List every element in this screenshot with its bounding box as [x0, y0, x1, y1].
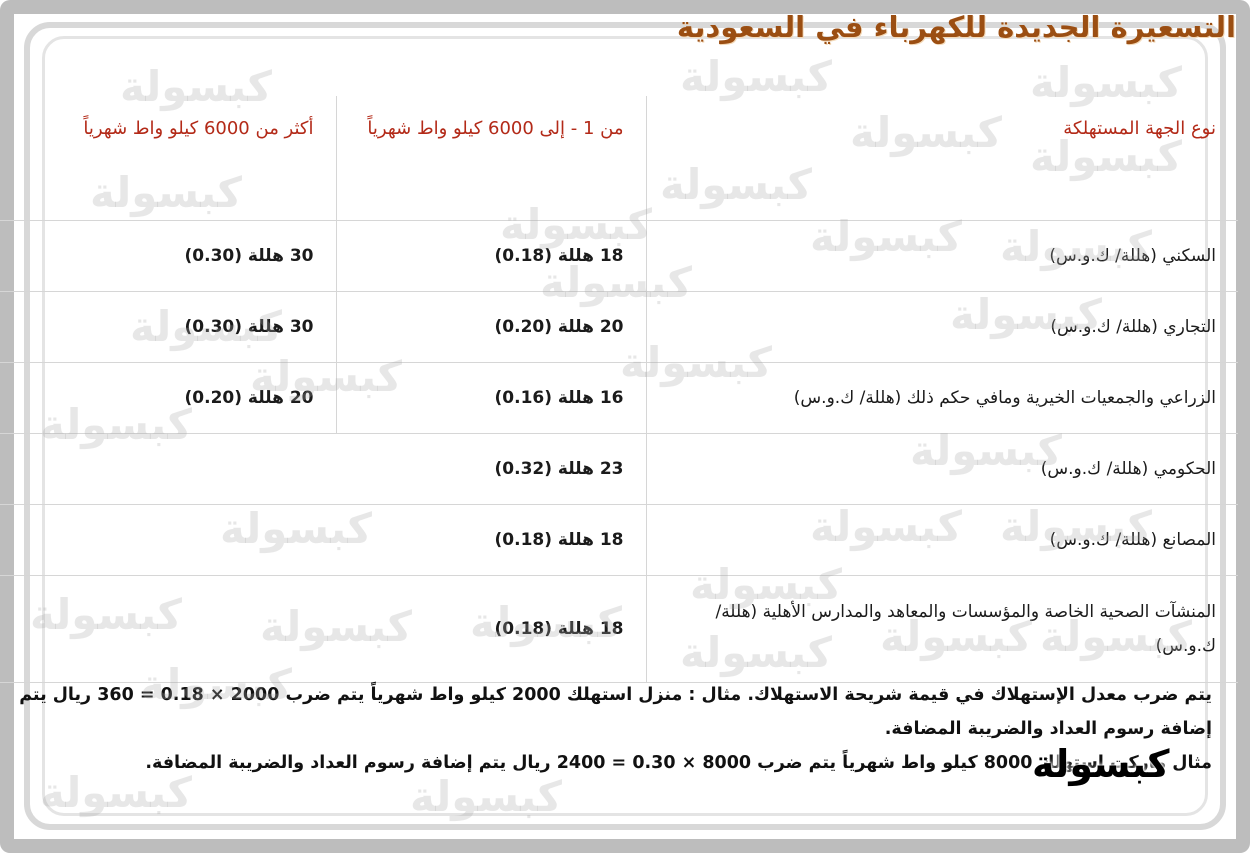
- row-type: المنشآت الصحية الخاصة والمؤسسات والمعاهد…: [645, 575, 1238, 683]
- table-row: السكني (هللة/ ك.و.س) 18 هللة (0.18) 30 ه…: [0, 220, 1238, 292]
- row-tier-2-rate: 20 هللة (0.20): [0, 362, 336, 434]
- row-tier-2-rate: 30 هللة (0.30): [0, 220, 336, 292]
- header-consumer-type: نوع الجهة المستهلكة: [645, 96, 1238, 221]
- table-row: المنشآت الصحية الخاصة والمؤسسات والمعاهد…: [0, 575, 1238, 683]
- brand-logo: كبسولة: [1032, 742, 1170, 786]
- table-row: الحكومي (هللة/ ك.و.س) 23 هللة (0.32): [0, 433, 1238, 505]
- table-row: الزراعي والجمعيات الخيرية ومافي حكم ذلك …: [0, 362, 1238, 434]
- rates-table: نوع الجهة المستهلكة من 1 - إلى 6000 كيلو…: [0, 96, 1238, 683]
- row-tier-1-rate: 20 هللة (0.20): [335, 291, 646, 363]
- row-type: السكني (هللة/ ك.و.س): [645, 220, 1238, 292]
- row-flat-rate: 23 هللة (0.32): [0, 433, 646, 505]
- row-tier-2-rate: 30 هللة (0.30): [0, 291, 336, 363]
- row-tier-1-rate: 18 هللة (0.18): [335, 220, 646, 292]
- note-example-home: يتم ضرب معدل الإستهلاك في قيمة شريحة الا…: [19, 685, 1212, 739]
- table-header-row: نوع الجهة المستهلكة من 1 - إلى 6000 كيلو…: [0, 96, 1238, 221]
- row-flat-rate: 18 هللة (0.18): [0, 575, 646, 683]
- header-tier-1: من 1 - إلى 6000 كيلو واط شهرياً: [335, 96, 646, 221]
- row-type: التجاري (هللة/ ك.و.س): [645, 291, 1238, 363]
- row-type: المصانع (هللة/ ك.و.س): [645, 504, 1238, 576]
- row-type: الحكومي (هللة/ ك.و.س): [645, 433, 1238, 505]
- row-type: الزراعي والجمعيات الخيرية ومافي حكم ذلك …: [645, 362, 1238, 434]
- header-tier-2: أكثر من 6000 كيلو واط شهرياً: [0, 96, 336, 221]
- row-tier-1-rate: 16 هللة (0.16): [335, 362, 646, 434]
- row-flat-rate: 18 هللة (0.18): [0, 504, 646, 576]
- page-title: التسعيرة الجديدة للكهرباء في السعودية: [676, 10, 1236, 44]
- table-row: التجاري (هللة/ ك.و.س) 20 هللة (0.20) 30 …: [0, 291, 1238, 363]
- table-row: المصانع (هللة/ ك.و.س) 18 هللة (0.18): [0, 504, 1238, 576]
